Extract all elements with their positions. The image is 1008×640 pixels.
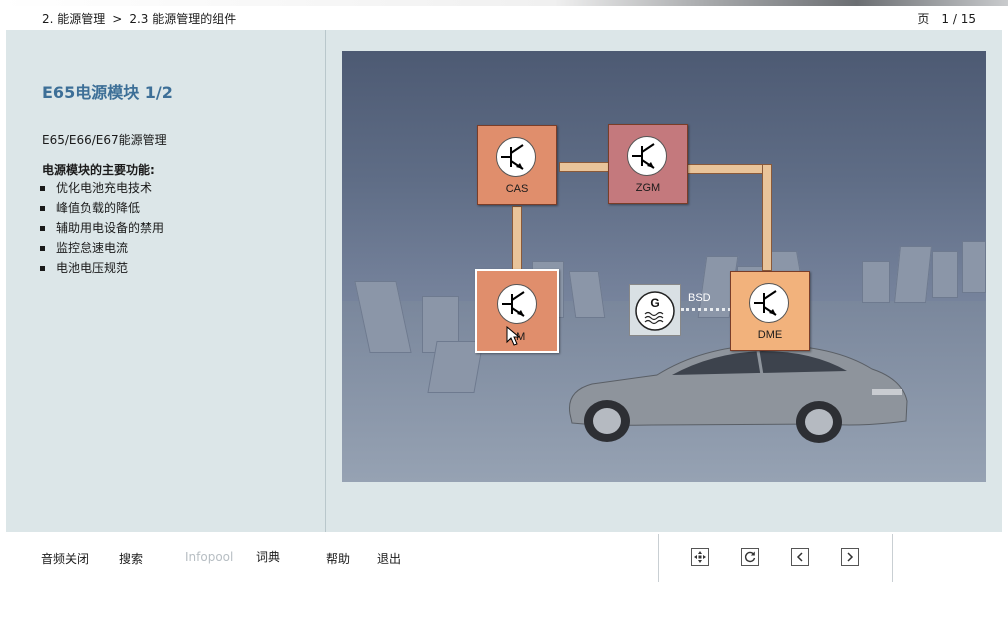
list-item-text: 监控怠速电流 <box>56 241 129 255</box>
previous-icon[interactable] <box>791 548 809 566</box>
page-indicator: 页 1 / 15 <box>917 10 976 27</box>
transistor-icon <box>497 284 537 324</box>
list-item: 监控怠速电流 <box>40 240 164 260</box>
mouse-cursor-icon <box>506 326 520 346</box>
bullet-icon <box>40 226 45 231</box>
bullet-icon <box>40 206 45 211</box>
breakwater-rock <box>932 251 958 298</box>
breakwater-rock <box>894 246 932 303</box>
search-button[interactable]: 搜索 <box>119 550 143 567</box>
list-item: 优化电池充电技术 <box>40 180 164 200</box>
breakwater-rock <box>862 261 890 303</box>
bus-label: BSD <box>688 292 711 304</box>
header-bar: 2. 能源管理 >2.3 能源管理的组件 页 1 / 15 <box>0 6 1008 30</box>
breadcrumb-separator: > <box>112 12 123 26</box>
generator-symbol: G <box>650 296 659 310</box>
page-subtitle: E65/E66/E67能源管理 <box>42 133 167 147</box>
page-label: 页 <box>917 12 930 26</box>
module-cas: CAS <box>477 125 557 205</box>
toolbar-divider <box>658 534 659 582</box>
audio-off-button[interactable]: 音频关闭 <box>41 550 89 567</box>
breadcrumb-item-1[interactable]: 2. 能源管理 <box>42 12 105 26</box>
module-label: ZGM <box>635 182 661 194</box>
list-item: 辅助用电设备的禁用 <box>40 220 164 240</box>
footer-toolbar: 音频关闭 搜索 Infopool 词典 帮助 退出 <box>0 532 1008 640</box>
panel-divider <box>325 30 326 532</box>
next-icon[interactable] <box>841 548 859 566</box>
generator-icon: G <box>629 284 681 336</box>
power-module-diagram: CAS ZGM PM DME G BSD <box>342 51 986 482</box>
exit-button[interactable]: 退出 <box>377 550 401 567</box>
transistor-icon <box>749 283 789 323</box>
bullet-icon <box>40 246 45 251</box>
bus-wire <box>559 162 609 172</box>
breadcrumb-item-2: 2.3 能源管理的组件 <box>129 12 237 26</box>
features-list: 优化电池充电技术 峰值负载的降低 辅助用电设备的禁用 监控怠速电流 电池电压规范 <box>40 180 164 280</box>
help-button[interactable]: 帮助 <box>326 550 350 567</box>
breakwater-rock <box>962 241 986 293</box>
list-item-text: 辅助用电设备的禁用 <box>56 221 165 235</box>
transistor-icon <box>496 137 536 177</box>
module-zgm: ZGM <box>608 124 688 204</box>
page-number: 1 / 15 <box>941 12 976 26</box>
features-heading: 电源模块的主要功能: <box>42 163 155 177</box>
reload-icon[interactable] <box>741 548 759 566</box>
bus-wire <box>687 164 772 174</box>
bus-wire <box>512 206 522 271</box>
list-item: 电池电压规范 <box>40 260 164 280</box>
list-item: 峰值负载的降低 <box>40 200 164 220</box>
bullet-icon <box>40 266 45 271</box>
bullet-icon <box>40 186 45 191</box>
glossary-button[interactable]: 词典 <box>256 548 280 565</box>
breadcrumb: 2. 能源管理 >2.3 能源管理的组件 <box>42 10 236 27</box>
module-dme: DME <box>730 271 810 351</box>
list-item-text: 优化电池充电技术 <box>56 181 153 195</box>
transistor-icon <box>627 136 667 176</box>
module-label: DME <box>757 329 783 341</box>
infopool-button: Infopool <box>185 550 234 564</box>
page-title: E65电源模块 1/2 <box>42 83 173 102</box>
module-label: CAS <box>505 183 529 195</box>
list-item-text: 峰值负载的降低 <box>56 201 141 215</box>
breakwater-rock <box>568 271 606 318</box>
overview-icon[interactable] <box>691 548 709 566</box>
bus-wire <box>762 164 772 271</box>
toolbar-divider <box>892 534 893 582</box>
list-item-text: 电池电压规范 <box>56 261 129 275</box>
bsd-line <box>681 308 731 311</box>
